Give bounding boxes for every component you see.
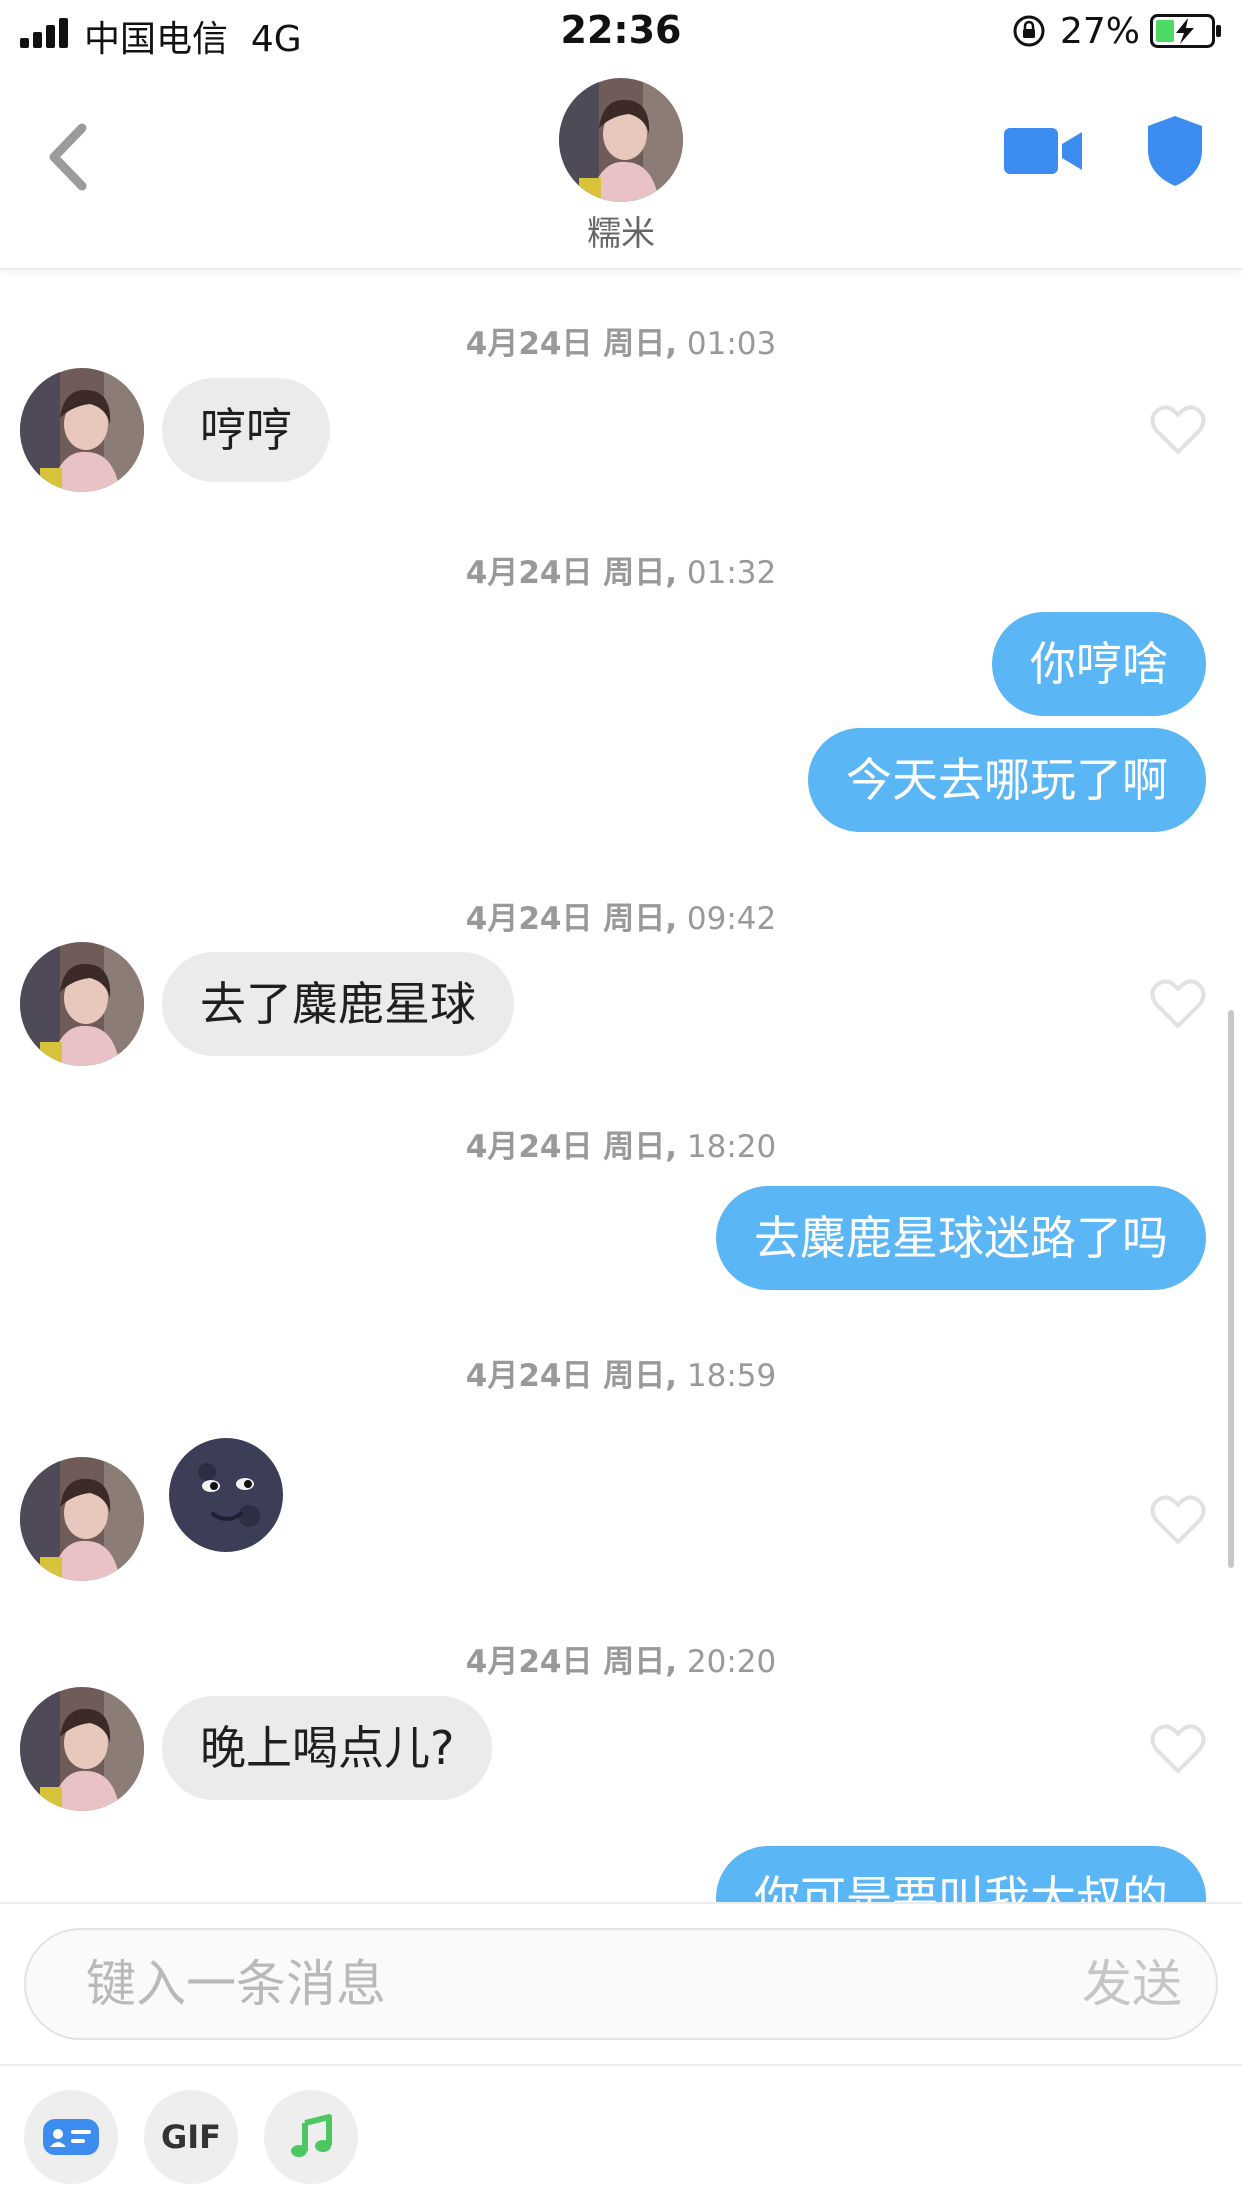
- shield-icon[interactable]: [1144, 114, 1206, 188]
- incoming-message[interactable]: 晚上喝点儿?: [162, 1696, 493, 1800]
- send-button[interactable]: 发送: [1082, 1930, 1182, 2038]
- timestamp: 4月24日 周日, 01:03: [465, 326, 777, 362]
- timestamp: 4月24日 周日, 01:32: [465, 555, 777, 591]
- timestamp: 4月24日 周日, 09:42: [465, 901, 777, 937]
- input-placeholder: 键入一条消息: [86, 1955, 386, 2013]
- battery-percent: 27%: [1059, 10, 1140, 52]
- video-camera-icon[interactable]: [1000, 120, 1086, 182]
- outgoing-message[interactable]: 你哼啥: [992, 612, 1206, 716]
- status-bar: 中国电信 4G 22:36 27%: [0, 0, 1242, 62]
- heart-icon[interactable]: [1150, 1723, 1206, 1775]
- chat-header: 糯米: [0, 62, 1242, 270]
- incoming-message[interactable]: 去了麋鹿星球: [162, 952, 514, 1056]
- timestamp: 4月24日 周日, 20:20: [465, 1644, 777, 1680]
- timestamp: 4月24日 周日, 18:59: [465, 1358, 777, 1394]
- contact-name[interactable]: 糯米: [0, 206, 1242, 255]
- outgoing-message[interactable]: 今天去哪玩了啊: [808, 728, 1206, 832]
- outgoing-message[interactable]: 去麋鹿星球迷路了吗: [716, 1186, 1206, 1290]
- avatar[interactable]: [20, 1687, 144, 1811]
- message-list[interactable]: 4月24日 周日, 01:03 哼哼 4月24日 周日, 01:32 你哼啥 今…: [0, 272, 1242, 1902]
- battery-charging-icon: [1150, 14, 1221, 48]
- incoming-message[interactable]: 哼哼: [162, 378, 330, 482]
- composer: 键入一条消息 发送: [0, 1902, 1242, 2064]
- battery-status: 27%: [1012, 10, 1222, 52]
- outgoing-message[interactable]: 你可是要叫我大叔的: [716, 1846, 1206, 1902]
- scrollbar[interactable]: [1228, 1010, 1234, 1568]
- back-button[interactable]: [36, 112, 100, 202]
- contact-card-button[interactable]: [24, 2090, 118, 2184]
- avatar[interactable]: [20, 368, 144, 492]
- music-button[interactable]: [264, 2090, 358, 2184]
- music-note-icon: [291, 2114, 332, 2157]
- heart-icon[interactable]: [1150, 1494, 1206, 1546]
- avatar[interactable]: [20, 942, 144, 1066]
- message-input[interactable]: 键入一条消息 发送: [24, 1928, 1218, 2040]
- avatar[interactable]: [20, 1457, 144, 1581]
- timestamp: 4月24日 周日, 18:20: [465, 1129, 777, 1165]
- orientation-lock-icon: [1013, 15, 1045, 47]
- new-moon-face-emoji[interactable]: [167, 1436, 285, 1554]
- heart-icon[interactable]: [1150, 978, 1206, 1030]
- gif-button[interactable]: GIF: [144, 2090, 238, 2184]
- attachment-toolbar: GIF: [0, 2064, 1242, 2208]
- heart-icon[interactable]: [1150, 404, 1206, 456]
- contact-card-icon: [43, 2119, 99, 2155]
- contact-avatar[interactable]: [559, 78, 683, 202]
